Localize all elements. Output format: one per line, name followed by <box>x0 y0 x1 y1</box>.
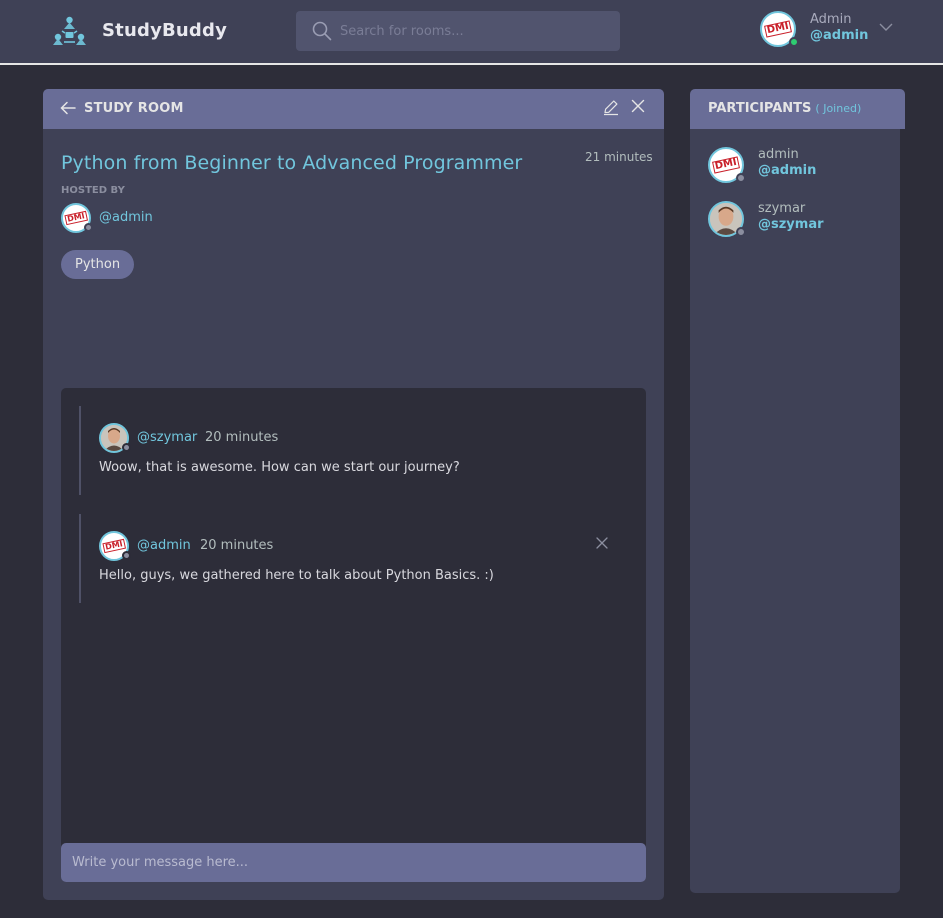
message-body: Woow, that is awesome. How can we start … <box>99 460 460 475</box>
brand-name[interactable]: StudyBuddy <box>102 20 227 41</box>
conversation-thread: @szymar 20 minutes Woow, that is awesome… <box>61 388 646 882</box>
hosted-by-label: HOSTED BY <box>61 185 125 196</box>
participants-title-text: PARTICIPANTS <box>708 101 812 116</box>
offline-status-indicator <box>122 551 131 560</box>
search-icon <box>312 21 332 41</box>
dmi-stamp-logo: DMI <box>64 210 88 226</box>
message-item: DMI @admin 20 minutes Hello, guys, we ga… <box>79 514 619 603</box>
top-navbar: StudyBuddy DMI Admin @admin <box>0 0 943 65</box>
edit-pencil-icon[interactable] <box>602 98 620 116</box>
participant-handle[interactable]: @szymar <box>758 217 824 232</box>
message-input[interactable] <box>72 843 632 882</box>
offline-status-indicator <box>84 223 93 232</box>
offline-status-indicator <box>736 227 746 237</box>
message-author-handle[interactable]: @admin <box>137 538 191 553</box>
message-time: 20 minutes <box>200 538 274 553</box>
room-header-title: STUDY ROOM <box>84 101 184 116</box>
participants-joined-count: ( Joined) <box>815 102 862 115</box>
arrow-left-icon[interactable] <box>59 99 77 117</box>
topic-tag[interactable]: Python <box>61 250 135 279</box>
user-menu[interactable]: DMI Admin @admin <box>760 11 900 51</box>
participant-name: szymar <box>758 201 806 216</box>
offline-status-indicator <box>736 173 746 183</box>
studybuddy-logo-icon[interactable] <box>53 16 86 46</box>
message-item: @szymar 20 minutes Woow, that is awesome… <box>79 406 619 495</box>
participant-item[interactable]: szymar @szymar <box>708 201 888 237</box>
participant-handle[interactable]: @admin <box>758 163 816 178</box>
participants-header: PARTICIPANTS( Joined) <box>690 89 905 129</box>
message-composer[interactable] <box>61 843 646 882</box>
message-time: 20 minutes <box>205 430 279 445</box>
room-title: Python from Beginner to Advanced Program… <box>61 152 523 174</box>
participants-list: DMI admin @admin szymar @szymar <box>690 129 900 893</box>
offline-status-indicator <box>122 443 131 452</box>
host-handle[interactable]: @admin <box>99 210 153 225</box>
participants-title: PARTICIPANTS( Joined) <box>708 101 861 116</box>
chevron-down-icon[interactable] <box>878 19 894 35</box>
dmi-stamp-logo: DMI <box>712 156 740 174</box>
message-author-handle[interactable]: @szymar <box>137 430 197 445</box>
participant-name: admin <box>758 147 799 162</box>
dmi-stamp-logo: DMI <box>102 538 126 554</box>
close-icon[interactable] <box>630 98 646 114</box>
study-room-panel: STUDY ROOM Python from Beginner to Advan… <box>43 89 664 900</box>
room-header: STUDY ROOM <box>43 89 664 129</box>
message-body: Hello, guys, we gathered here to talk ab… <box>99 568 494 583</box>
search-input[interactable] <box>340 11 610 51</box>
room-created-time: 21 minutes <box>585 150 653 164</box>
online-status-indicator <box>789 37 799 47</box>
user-handle[interactable]: @admin <box>810 28 868 43</box>
dmi-stamp-logo: DMI <box>764 20 792 38</box>
delete-message-icon[interactable] <box>595 536 609 550</box>
user-display-name: Admin <box>810 12 852 27</box>
participant-item[interactable]: DMI admin @admin <box>708 147 888 183</box>
search-box[interactable] <box>296 11 620 51</box>
participants-panel: PARTICIPANTS( Joined) DMI admin @admin s… <box>690 89 905 893</box>
